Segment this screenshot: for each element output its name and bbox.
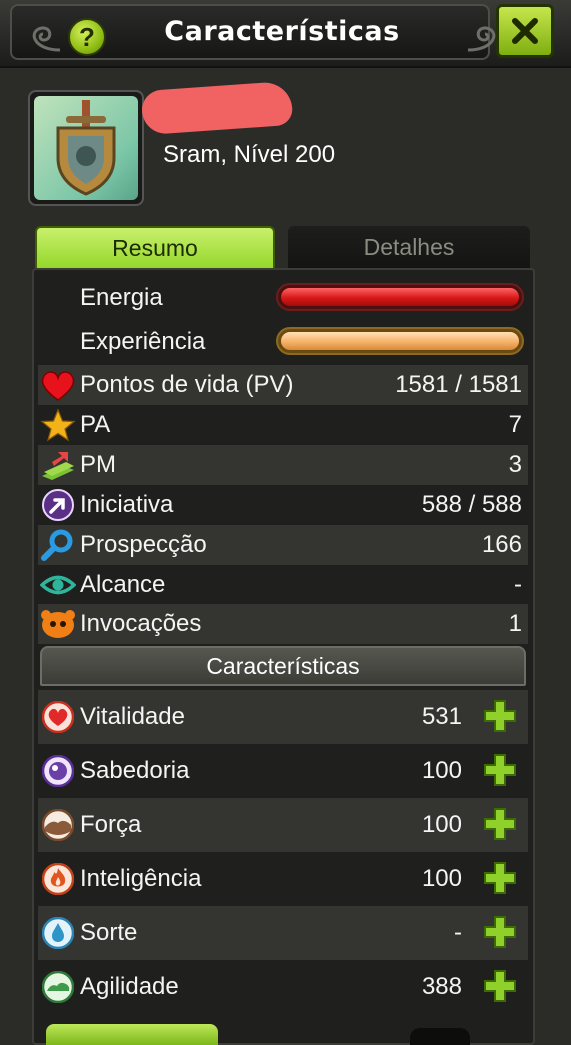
stat-row-alcance: Alcance - <box>38 565 528 605</box>
redacted-character-name <box>140 80 294 136</box>
magnifier-icon <box>41 529 73 561</box>
initiative-arrow-icon <box>42 489 74 521</box>
strength-earth-icon <box>42 809 74 841</box>
energy-bar <box>276 283 524 311</box>
characteristic-row-inteligencia: Inteligência 100 <box>38 852 528 906</box>
class-level-text: Sram, Nível 200 <box>163 141 336 168</box>
stat-label: Prospecção <box>80 531 207 558</box>
wisdom-orb-icon <box>42 755 74 787</box>
ornament-left-icon <box>32 26 61 52</box>
stat-row-pv: Pontos de vida (PV) 1581 / 1581 <box>38 365 528 405</box>
tab-label: Resumo <box>112 234 198 261</box>
characteristic-value: 100 <box>421 811 462 838</box>
intelligence-fire-icon <box>42 863 74 895</box>
stat-row-prospeccao: Prospecção 166 <box>38 525 528 565</box>
characteristic-value: 100 <box>421 865 462 892</box>
add-agilidade-button[interactable] <box>482 968 518 1004</box>
tab-resumo[interactable]: Resumo <box>35 226 275 268</box>
characteristic-label: Inteligência <box>80 865 202 892</box>
add-sabedoria-button[interactable] <box>482 752 518 788</box>
movement-arrow-icon <box>42 452 74 480</box>
portrait-background <box>34 96 138 200</box>
shield-sword-emblem-icon <box>56 100 116 196</box>
bottom-button-partial[interactable] <box>410 1028 470 1045</box>
add-forca-button[interactable] <box>482 806 518 842</box>
vitality-heart-icon <box>42 701 74 733</box>
chance-water-icon <box>42 917 74 949</box>
heart-icon <box>41 371 75 401</box>
characteristic-label: Força <box>80 811 142 838</box>
title-frame: ? Características <box>10 4 496 60</box>
stat-label: Pontos de vida (PV) <box>80 371 294 398</box>
stat-label: Alcance <box>80 571 166 598</box>
characteristic-label: Agilidade <box>80 973 179 1000</box>
summon-creature-icon <box>41 610 75 638</box>
experience-label: Experiência <box>80 328 206 355</box>
tab-label: Detalhes <box>363 233 455 260</box>
stat-label: Invocações <box>80 610 202 637</box>
characteristic-value: 531 <box>421 703 462 730</box>
tab-detalhes[interactable]: Detalhes <box>288 226 530 268</box>
stat-label: PM <box>80 451 116 478</box>
title-bar: ? Características <box>0 0 571 68</box>
stat-label: Iniciativa <box>80 491 174 518</box>
stat-value: 3 <box>508 451 522 478</box>
characteristics-header-label: Características <box>206 652 360 679</box>
characteristic-value: 100 <box>421 757 462 784</box>
stat-row-pm: PM 3 <box>38 445 528 485</box>
add-vitalidade-button[interactable] <box>482 698 518 734</box>
characteristic-row-sabedoria: Sabedoria 100 <box>38 744 528 798</box>
stat-value: 1581 / 1581 <box>395 371 522 398</box>
characteristic-value: - <box>454 919 462 946</box>
window-title: Características <box>164 16 400 47</box>
stat-value: 1 <box>508 610 522 637</box>
eye-icon <box>40 575 76 595</box>
stat-value: 166 <box>481 531 522 558</box>
star-icon <box>40 408 76 442</box>
characteristic-row-vitalidade: Vitalidade 531 <box>38 690 528 744</box>
energy-row: Energia <box>38 278 528 318</box>
agility-air-icon <box>42 971 74 1003</box>
experience-bar <box>276 327 524 355</box>
characteristic-label: Vitalidade <box>80 703 185 730</box>
stat-row-invocacoes: Invocações 1 <box>38 604 528 644</box>
stat-value: - <box>514 571 522 598</box>
characteristic-label: Sorte <box>80 919 138 946</box>
close-icon <box>512 18 538 44</box>
help-button[interactable]: ? <box>68 18 106 56</box>
characteristics-header: Características <box>40 646 526 686</box>
bottom-tab-partial[interactable] <box>46 1024 218 1045</box>
stat-value: 7 <box>508 411 522 438</box>
question-mark-icon: ? <box>79 21 95 52</box>
characteristic-row-agilidade: Agilidade 388 <box>38 960 528 1014</box>
stat-row-pa: PA 7 <box>38 405 528 445</box>
character-portrait <box>28 90 144 206</box>
add-sorte-button[interactable] <box>482 914 518 950</box>
close-button[interactable] <box>496 4 554 58</box>
stat-value: 588 / 588 <box>421 491 522 518</box>
experience-row: Experiência <box>38 322 528 362</box>
energy-label: Energia <box>80 284 163 311</box>
stat-label: PA <box>80 411 111 438</box>
characteristic-label: Sabedoria <box>80 757 190 784</box>
characteristic-row-sorte: Sorte - <box>38 906 528 960</box>
characteristic-row-forca: Força 100 <box>38 798 528 852</box>
experience-bar-fill <box>281 332 519 350</box>
add-inteligencia-button[interactable] <box>482 860 518 896</box>
energy-bar-fill <box>281 288 519 306</box>
stat-row-iniciativa: Iniciativa 588 / 588 <box>38 485 528 525</box>
characteristic-value: 388 <box>421 973 462 1000</box>
